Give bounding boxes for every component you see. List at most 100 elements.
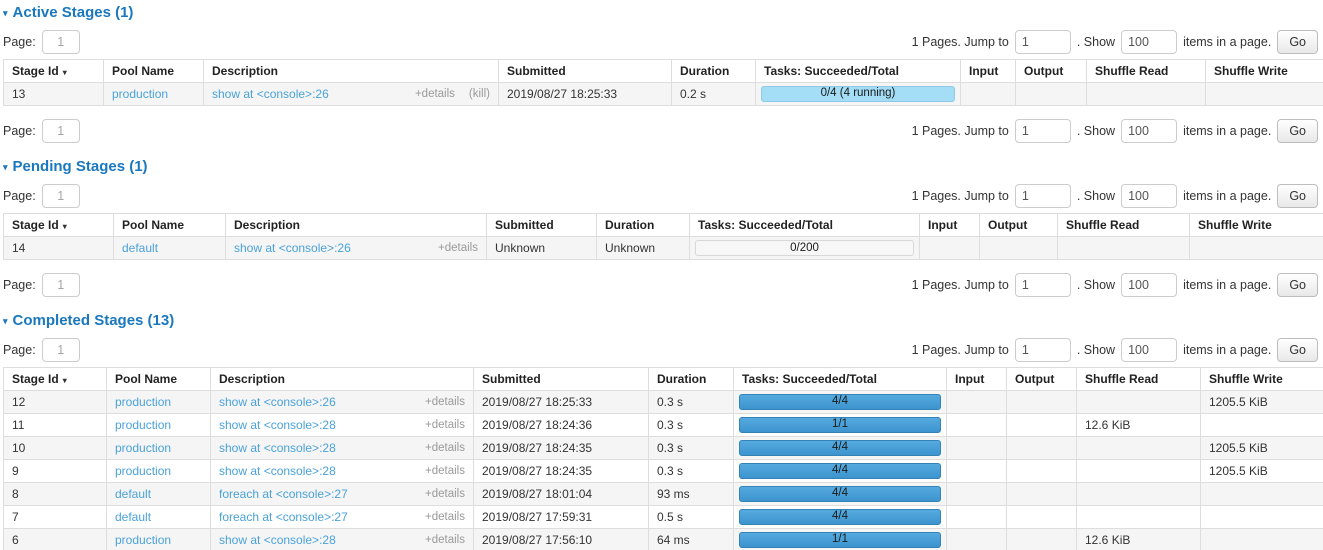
column-header-description[interactable]: Description — [211, 368, 474, 391]
stage-description-link[interactable]: foreach at <console>:27 — [219, 510, 348, 524]
stage-description-link[interactable]: show at <console>:26 — [212, 87, 329, 101]
shuffle-read-cell — [1077, 437, 1201, 460]
column-header-output[interactable]: Output — [1016, 60, 1087, 83]
submitted-cell: 2019/08/27 18:24:35 — [474, 437, 649, 460]
details-toggle-link[interactable]: +details — [425, 488, 465, 500]
page-number-input[interactable] — [42, 273, 80, 297]
pool-name-link[interactable]: production — [112, 87, 168, 101]
column-header-stage_id[interactable]: Stage Id▾ — [4, 368, 107, 391]
stage-description-link[interactable]: show at <console>:28 — [219, 418, 336, 432]
pool-name-link[interactable]: production — [115, 441, 171, 455]
details-toggle-link[interactable]: +details — [415, 88, 455, 100]
column-header-output[interactable]: Output — [1007, 368, 1077, 391]
column-header-input[interactable]: Input — [947, 368, 1007, 391]
stage-description-link[interactable]: show at <console>:26 — [234, 241, 351, 255]
go-button[interactable]: Go — [1277, 184, 1318, 208]
column-header-stage_id[interactable]: Stage Id▾ — [4, 214, 114, 237]
column-header-shuffle_read[interactable]: Shuffle Read — [1077, 368, 1201, 391]
items-per-page-input[interactable] — [1121, 338, 1177, 362]
column-header-submitted[interactable]: Submitted — [474, 368, 649, 391]
column-header-tasks[interactable]: Tasks: Succeeded/Total — [734, 368, 947, 391]
page-number-input[interactable] — [42, 184, 80, 208]
items-per-page-label: items in a page. — [1183, 124, 1271, 138]
pool-name-link[interactable]: production — [115, 533, 171, 547]
stage-description-link[interactable]: show at <console>:28 — [219, 464, 336, 478]
column-header-tasks[interactable]: Tasks: Succeeded/Total — [756, 60, 961, 83]
jump-to-page-input[interactable] — [1015, 273, 1071, 297]
pool-name-link[interactable]: production — [115, 395, 171, 409]
column-header-shuffle_write[interactable]: Shuffle Write — [1201, 368, 1323, 391]
column-header-pool[interactable]: Pool Name — [114, 214, 226, 237]
pool-name-link[interactable]: production — [115, 464, 171, 478]
page-number-input[interactable] — [42, 119, 80, 143]
sort-descending-icon: ▾ — [63, 68, 67, 77]
column-header-duration[interactable]: Duration — [597, 214, 690, 237]
tasks-progress-bar: 1/1 — [739, 532, 941, 548]
column-header-output[interactable]: Output — [980, 214, 1058, 237]
jump-to-page-input[interactable] — [1015, 338, 1071, 362]
output-cell — [1007, 391, 1077, 414]
go-button[interactable]: Go — [1277, 119, 1318, 143]
stage-description-link[interactable]: foreach at <console>:27 — [219, 487, 348, 501]
go-button[interactable]: Go — [1277, 273, 1318, 297]
column-header-shuffle_write[interactable]: Shuffle Write — [1190, 214, 1323, 237]
details-toggle-link[interactable]: +details — [425, 396, 465, 408]
pool-name-link[interactable]: default — [115, 510, 151, 524]
tasks-progress-bar: 1/1 — [739, 417, 941, 433]
shuffle-read-cell: 12.6 KiB — [1077, 529, 1201, 550]
column-header-input[interactable]: Input — [920, 214, 980, 237]
page-number-input[interactable] — [42, 338, 80, 362]
details-toggle-link[interactable]: +details — [438, 242, 478, 254]
column-header-tasks[interactable]: Tasks: Succeeded/Total — [690, 214, 920, 237]
stage-description-link[interactable]: show at <console>:28 — [219, 533, 336, 547]
page-number-input[interactable] — [42, 30, 80, 54]
details-toggle-link[interactable]: +details — [425, 534, 465, 546]
tasks-progress-label: 4/4 — [832, 464, 848, 476]
items-per-page-input[interactable] — [1121, 30, 1177, 54]
details-toggle-link[interactable]: +details — [425, 511, 465, 523]
details-toggle-link[interactable]: +details — [425, 442, 465, 454]
column-header-input[interactable]: Input — [961, 60, 1016, 83]
page-selector: Page: — [3, 184, 80, 208]
items-per-page-input[interactable] — [1121, 119, 1177, 143]
active-stages-heading[interactable]: ▾Active Stages (1) — [3, 4, 1320, 22]
column-header-shuffle_read[interactable]: Shuffle Read — [1087, 60, 1206, 83]
pool-name-link[interactable]: production — [115, 418, 171, 432]
stage-row: 12productionshow at <console>:26+details… — [4, 391, 1323, 414]
column-header-duration[interactable]: Duration — [672, 60, 756, 83]
column-header-stage_id[interactable]: Stage Id▾ — [4, 60, 104, 83]
tasks-progress-cell: 4/4 — [734, 460, 947, 483]
jump-to-page-input[interactable] — [1015, 184, 1071, 208]
description-cell: foreach at <console>:27 +details — [211, 506, 474, 529]
column-header-duration[interactable]: Duration — [649, 368, 734, 391]
go-button[interactable]: Go — [1277, 30, 1318, 54]
tasks-progress-label: 0/200 — [790, 242, 819, 254]
output-cell — [1007, 529, 1077, 550]
column-header-pool[interactable]: Pool Name — [107, 368, 211, 391]
pool-name-link[interactable]: default — [122, 241, 158, 255]
column-header-shuffle_write[interactable]: Shuffle Write — [1206, 60, 1323, 83]
stage-description-link[interactable]: show at <console>:28 — [219, 441, 336, 455]
submitted-cell: 2019/08/27 18:01:04 — [474, 483, 649, 506]
details-toggle-link[interactable]: +details — [425, 465, 465, 477]
pending-stages-heading[interactable]: ▾Pending Stages (1) — [3, 158, 1320, 176]
column-header-shuffle_read[interactable]: Shuffle Read — [1058, 214, 1190, 237]
completed-stages-section: ▾Completed Stages (13)Page:1 Pages. Jump… — [3, 312, 1320, 550]
column-header-submitted[interactable]: Submitted — [487, 214, 597, 237]
pool-name-link[interactable]: default — [115, 487, 151, 501]
column-header-description[interactable]: Description — [204, 60, 499, 83]
jump-to-page-input[interactable] — [1015, 30, 1071, 54]
go-button[interactable]: Go — [1277, 338, 1318, 362]
completed-stages-heading[interactable]: ▾Completed Stages (13) — [3, 312, 1320, 330]
details-toggle-link[interactable]: +details — [425, 419, 465, 431]
tasks-progress-label: 0/4 (4 running) — [821, 87, 896, 99]
items-per-page-input[interactable] — [1121, 273, 1177, 297]
column-header-pool[interactable]: Pool Name — [104, 60, 204, 83]
kill-stage-link[interactable]: (kill) — [469, 88, 490, 100]
pool-name-cell: production — [107, 460, 211, 483]
items-per-page-input[interactable] — [1121, 184, 1177, 208]
jump-to-page-input[interactable] — [1015, 119, 1071, 143]
stage-description-link[interactable]: show at <console>:26 — [219, 395, 336, 409]
column-header-description[interactable]: Description — [226, 214, 487, 237]
column-header-submitted[interactable]: Submitted — [499, 60, 672, 83]
